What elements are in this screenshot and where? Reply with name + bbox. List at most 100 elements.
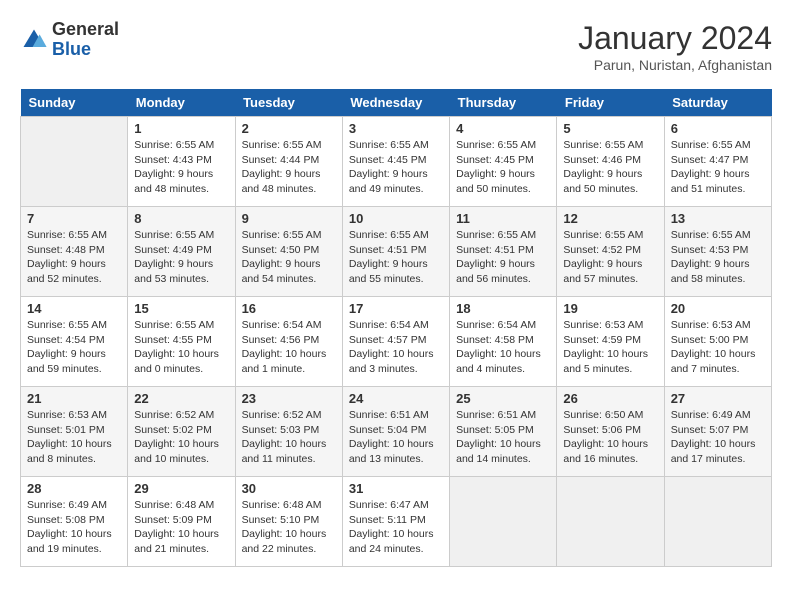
day-number: 30: [242, 481, 336, 496]
calendar-table: Sunday Monday Tuesday Wednesday Thursday…: [20, 89, 772, 567]
day-number: 26: [563, 391, 657, 406]
calendar-cell: 5 Sunrise: 6:55 AMSunset: 4:46 PMDaylight…: [557, 117, 664, 207]
calendar-cell: 10Sunrise: 6:55 AMSunset: 4:51 PMDayligh…: [342, 207, 449, 297]
day-info: Sunrise: 6:53 AMSunset: 4:59 PMDaylight:…: [563, 318, 657, 377]
calendar-week-2: 7Sunrise: 6:55 AMSunset: 4:48 PMDaylight…: [21, 207, 772, 297]
day-info: Sunrise: 6:55 AMSunset: 4:45 PMDaylight:…: [349, 138, 443, 197]
day-number: 17: [349, 301, 443, 316]
calendar-cell: 24 Sunrise: 6:51 AMSunset: 5:04 PMDayligh…: [342, 387, 449, 477]
day-number: 6: [671, 121, 765, 136]
calendar-cell: 19 Sunrise: 6:53 AMSunset: 4:59 PMDayligh…: [557, 297, 664, 387]
day-number: 21: [27, 391, 121, 406]
calendar-cell: 16 Sunrise: 6:54 AMSunset: 4:56 PMDayligh…: [235, 297, 342, 387]
location-subtitle: Parun, Nuristan, Afghanistan: [578, 57, 772, 73]
header-row: Sunday Monday Tuesday Wednesday Thursday…: [21, 89, 772, 117]
day-number: 22: [134, 391, 228, 406]
day-info: Sunrise: 6:55 AMSunset: 4:50 PMDaylight:…: [242, 228, 336, 287]
day-number: 20: [671, 301, 765, 316]
day-number: 14: [27, 301, 121, 316]
calendar-cell: 15Sunrise: 6:55 AMSunset: 4:55 PMDayligh…: [128, 297, 235, 387]
day-info: Sunrise: 6:54 AMSunset: 4:57 PMDaylight:…: [349, 318, 443, 377]
calendar-cell: [450, 477, 557, 567]
logo-text: General Blue: [52, 20, 119, 60]
calendar-week-1: 1 Sunrise: 6:55 AMSunset: 4:43 PMDaylight…: [21, 117, 772, 207]
day-number: 29: [134, 481, 228, 496]
calendar-cell: 26 Sunrise: 6:50 AMSunset: 5:06 PMDayligh…: [557, 387, 664, 477]
calendar-cell: 27Sunrise: 6:49 AMSunset: 5:07 PMDayligh…: [664, 387, 771, 477]
calendar-cell: 20 Sunrise: 6:53 AMSunset: 5:00 PMDayligh…: [664, 297, 771, 387]
day-number: 1: [134, 121, 228, 136]
calendar-cell: 14 Sunrise: 6:55 AMSunset: 4:54 PMDayligh…: [21, 297, 128, 387]
day-info: Sunrise: 6:55 AMSunset: 4:52 PMDaylight:…: [563, 228, 657, 287]
day-info: Sunrise: 6:51 AMSunset: 5:04 PMDaylight:…: [349, 408, 443, 467]
day-info: Sunrise: 6:51 AMSunset: 5:05 PMDaylight:…: [456, 408, 550, 467]
day-info: Sunrise: 6:55 AMSunset: 4:46 PMDaylight:…: [563, 138, 657, 197]
calendar-cell: 1 Sunrise: 6:55 AMSunset: 4:43 PMDaylight…: [128, 117, 235, 207]
day-info: Sunrise: 6:55 AMSunset: 4:54 PMDaylight:…: [27, 318, 121, 377]
day-number: 2: [242, 121, 336, 136]
calendar-cell: [664, 477, 771, 567]
day-info: Sunrise: 6:55 AMSunset: 4:45 PMDaylight:…: [456, 138, 550, 197]
calendar-cell: 21 Sunrise: 6:53 AMSunset: 5:01 PMDayligh…: [21, 387, 128, 477]
calendar-cell: 8Sunrise: 6:55 AMSunset: 4:49 PMDaylight…: [128, 207, 235, 297]
day-number: 19: [563, 301, 657, 316]
calendar-cell: 7Sunrise: 6:55 AMSunset: 4:48 PMDaylight…: [21, 207, 128, 297]
day-info: Sunrise: 6:54 AMSunset: 4:56 PMDaylight:…: [242, 318, 336, 377]
day-number: 31: [349, 481, 443, 496]
calendar-cell: 18 Sunrise: 6:54 AMSunset: 4:58 PMDayligh…: [450, 297, 557, 387]
day-number: 28: [27, 481, 121, 496]
day-info: Sunrise: 6:54 AMSunset: 4:58 PMDaylight:…: [456, 318, 550, 377]
calendar-cell: 12 Sunrise: 6:55 AMSunset: 4:52 PMDayligh…: [557, 207, 664, 297]
day-info: Sunrise: 6:55 AMSunset: 4:47 PMDaylight:…: [671, 138, 765, 197]
day-info: Sunrise: 6:50 AMSunset: 5:06 PMDaylight:…: [563, 408, 657, 467]
header-friday: Friday: [557, 89, 664, 117]
day-info: Sunrise: 6:48 AMSunset: 5:10 PMDaylight:…: [242, 498, 336, 557]
day-info: Sunrise: 6:52 AMSunset: 5:03 PMDaylight:…: [242, 408, 336, 467]
logo-icon: [20, 26, 48, 54]
header-thursday: Thursday: [450, 89, 557, 117]
calendar-cell: [21, 117, 128, 207]
day-info: Sunrise: 6:55 AMSunset: 4:51 PMDaylight:…: [349, 228, 443, 287]
day-info: Sunrise: 6:55 AMSunset: 4:51 PMDaylight:…: [456, 228, 550, 287]
calendar-cell: 9 Sunrise: 6:55 AMSunset: 4:50 PMDaylight…: [235, 207, 342, 297]
calendar-cell: 2Sunrise: 6:55 AMSunset: 4:44 PMDaylight…: [235, 117, 342, 207]
day-number: 7: [27, 211, 121, 226]
day-info: Sunrise: 6:48 AMSunset: 5:09 PMDaylight:…: [134, 498, 228, 557]
day-number: 16: [242, 301, 336, 316]
day-info: Sunrise: 6:55 AMSunset: 4:53 PMDaylight:…: [671, 228, 765, 287]
day-number: 18: [456, 301, 550, 316]
calendar-cell: 31 Sunrise: 6:47 AMSunset: 5:11 PMDayligh…: [342, 477, 449, 567]
page-header: General Blue January 2024 Parun, Nurista…: [20, 20, 772, 73]
calendar-cell: 6 Sunrise: 6:55 AMSunset: 4:47 PMDaylight…: [664, 117, 771, 207]
day-number: 25: [456, 391, 550, 406]
calendar-week-5: 28Sunrise: 6:49 AMSunset: 5:08 PMDayligh…: [21, 477, 772, 567]
day-number: 11: [456, 211, 550, 226]
day-number: 5: [563, 121, 657, 136]
logo: General Blue: [20, 20, 119, 60]
calendar-cell: 29 Sunrise: 6:48 AMSunset: 5:09 PMDayligh…: [128, 477, 235, 567]
calendar-cell: 23Sunrise: 6:52 AMSunset: 5:03 PMDayligh…: [235, 387, 342, 477]
calendar-cell: 13Sunrise: 6:55 AMSunset: 4:53 PMDayligh…: [664, 207, 771, 297]
day-number: 24: [349, 391, 443, 406]
calendar-cell: 30 Sunrise: 6:48 AMSunset: 5:10 PMDayligh…: [235, 477, 342, 567]
day-number: 12: [563, 211, 657, 226]
day-info: Sunrise: 6:47 AMSunset: 5:11 PMDaylight:…: [349, 498, 443, 557]
day-info: Sunrise: 6:53 AMSunset: 5:00 PMDaylight:…: [671, 318, 765, 377]
day-number: 9: [242, 211, 336, 226]
calendar-cell: 17 Sunrise: 6:54 AMSunset: 4:57 PMDayligh…: [342, 297, 449, 387]
header-wednesday: Wednesday: [342, 89, 449, 117]
calendar-cell: 11 Sunrise: 6:55 AMSunset: 4:51 PMDayligh…: [450, 207, 557, 297]
calendar-week-4: 21 Sunrise: 6:53 AMSunset: 5:01 PMDayligh…: [21, 387, 772, 477]
day-info: Sunrise: 6:55 AMSunset: 4:43 PMDaylight:…: [134, 138, 228, 197]
header-tuesday: Tuesday: [235, 89, 342, 117]
header-sunday: Sunday: [21, 89, 128, 117]
calendar-cell: 4Sunrise: 6:55 AMSunset: 4:45 PMDaylight…: [450, 117, 557, 207]
day-info: Sunrise: 6:52 AMSunset: 5:02 PMDaylight:…: [134, 408, 228, 467]
calendar-cell: [557, 477, 664, 567]
calendar-week-3: 14 Sunrise: 6:55 AMSunset: 4:54 PMDayligh…: [21, 297, 772, 387]
calendar-cell: 22 Sunrise: 6:52 AMSunset: 5:02 PMDayligh…: [128, 387, 235, 477]
day-number: 15: [134, 301, 228, 316]
day-info: Sunrise: 6:53 AMSunset: 5:01 PMDaylight:…: [27, 408, 121, 467]
title-block: January 2024 Parun, Nuristan, Afghanista…: [578, 20, 772, 73]
header-saturday: Saturday: [664, 89, 771, 117]
